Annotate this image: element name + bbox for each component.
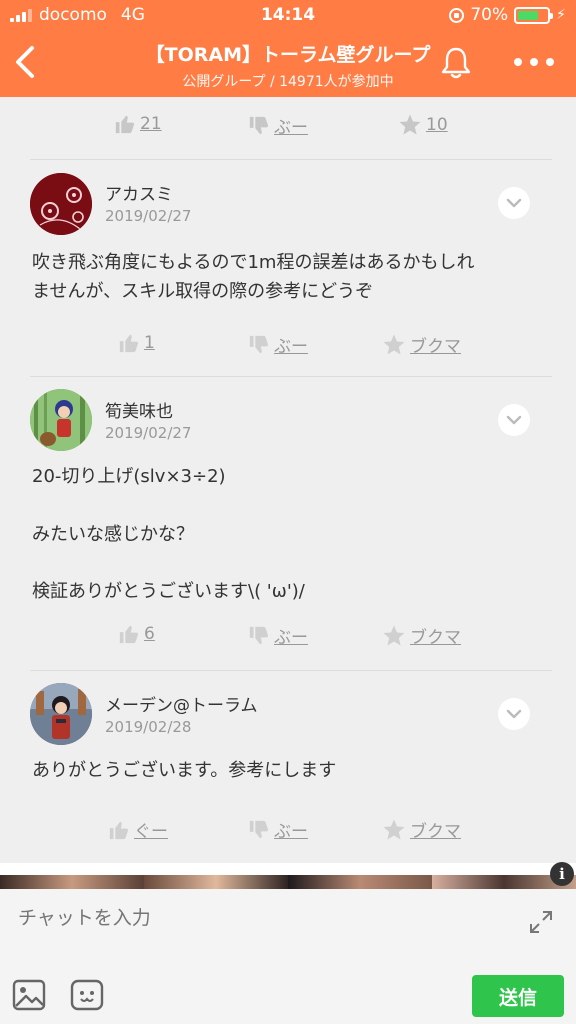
chat-input[interactable] (18, 903, 498, 933)
expand-icon (530, 911, 552, 933)
dislike-label: ぶー (274, 822, 308, 842)
comment-menu-button[interactable] (498, 187, 530, 219)
like-button[interactable]: 21 (114, 113, 162, 135)
like-count: 1 (144, 333, 155, 353)
comment-action-row: 1 ぶー ブクマ (0, 332, 576, 368)
star-icon (399, 114, 421, 135)
status-bar: docomo 4G 14:14 70% ⚡ (0, 0, 576, 30)
comment-author[interactable]: 筍美味也 (105, 397, 173, 422)
notification-button[interactable] (438, 44, 474, 80)
comment-author[interactable]: メーデン@トーラム (105, 691, 258, 716)
comment-date: 2019/02/27 (105, 424, 192, 442)
character-avatar-image (30, 389, 92, 451)
bell-icon (441, 47, 471, 79)
ad-banner-gap (0, 863, 576, 875)
like-label: ぐー (134, 822, 168, 842)
star-icon (383, 625, 405, 645)
chat-composer: 送信 (0, 889, 576, 1024)
thumbs-down-icon (249, 820, 269, 838)
expand-button[interactable] (528, 909, 554, 935)
chevron-left-icon (16, 46, 34, 78)
comment-text: 20-切り上げ(slv×3÷2) みたいな感じかな？ 検証ありがとうございます\… (32, 466, 305, 603)
battery-icon (514, 6, 554, 24)
star-icon (383, 819, 405, 839)
chevron-down-icon (506, 415, 522, 425)
image-icon (12, 979, 46, 1011)
sticker-button[interactable] (70, 978, 104, 1012)
back-button[interactable] (12, 42, 42, 82)
thumbs-up-icon (109, 821, 129, 839)
bookmark-button[interactable]: ブクマ (382, 623, 461, 648)
star-icon (383, 334, 405, 354)
favorite-button[interactable]: 10 (398, 113, 448, 137)
image-button[interactable] (12, 978, 46, 1012)
dislike-button[interactable]: ぶー (248, 332, 308, 357)
comment-action-row: ぐー ぶー ブクマ (0, 817, 576, 853)
comment-date: 2019/02/28 (105, 718, 192, 736)
thumbs-down-icon (249, 335, 269, 353)
bookmark-button[interactable]: ブクマ (382, 332, 461, 357)
thumbs-up-icon (115, 115, 135, 134)
comment-text: 吹き飛ぶ角度にもよるので1m程の誤差はあるかもしれ ませんが、スキル取得の際の参… (32, 252, 475, 302)
bookmark-label: ブクマ (410, 337, 461, 357)
thumbs-up-icon (119, 625, 139, 644)
bookmark-label: ブクマ (410, 822, 461, 842)
bookmark-label: ブクマ (410, 628, 461, 648)
send-button[interactable]: 送信 (472, 975, 564, 1017)
comment-author[interactable]: アカスミ (105, 180, 173, 205)
charging-icon: ⚡ (556, 7, 566, 23)
comment-feed[interactable]: 21 ぶー 10 アカスミ 2019/02/27 吹き飛ぶ角度にもよるので1m程… (0, 97, 576, 863)
bookmark-button[interactable]: ブクマ (382, 817, 461, 842)
like-button[interactable]: ぐー (108, 817, 168, 842)
rotation-lock-icon (449, 7, 465, 23)
character-avatar-image (30, 683, 92, 745)
avatar[interactable] (30, 683, 92, 745)
thumbs-up-icon (119, 334, 139, 353)
like-button[interactable]: 1 (118, 332, 155, 354)
dislike-label: ぶー (274, 118, 308, 138)
battery-percent: 70% (470, 5, 509, 25)
chevron-down-icon (506, 198, 522, 208)
header-bar: docomo 4G 14:14 70% ⚡ 【TORAM】トーラム壁グループ 公… (0, 0, 576, 97)
divider (30, 670, 552, 671)
like-button[interactable]: 6 (118, 623, 155, 645)
more-button[interactable] (514, 52, 554, 72)
emoji-icon (70, 979, 104, 1011)
comment-text: ありがとうございます。参考にします (32, 760, 337, 781)
thumbs-down-icon (249, 116, 269, 134)
dislike-button[interactable]: ぶー (248, 113, 308, 138)
avatar[interactable] (30, 173, 92, 235)
ad-info-icon[interactable]: i (550, 862, 574, 886)
comment-action-row: 6 ぶー ブクマ (0, 623, 576, 659)
comment-menu-button[interactable] (498, 698, 530, 730)
favorite-count: 10 (426, 115, 448, 135)
dislike-button[interactable]: ぶー (248, 817, 308, 842)
avatar[interactable] (30, 389, 92, 451)
like-count: 6 (144, 624, 155, 644)
dislike-label: ぶー (274, 628, 308, 648)
dislike-button[interactable]: ぶー (248, 623, 308, 648)
dislike-label: ぶー (274, 337, 308, 357)
divider (30, 376, 552, 377)
chevron-down-icon (506, 709, 522, 719)
divider (30, 159, 552, 160)
comment-menu-button[interactable] (498, 404, 530, 436)
post-action-row: 21 ぶー 10 (30, 113, 546, 149)
comment-date: 2019/02/27 (105, 207, 192, 225)
more-dot-icon (514, 58, 522, 66)
flower-avatar-image (30, 173, 92, 235)
thumbs-down-icon (249, 626, 269, 644)
like-count: 21 (140, 114, 162, 134)
